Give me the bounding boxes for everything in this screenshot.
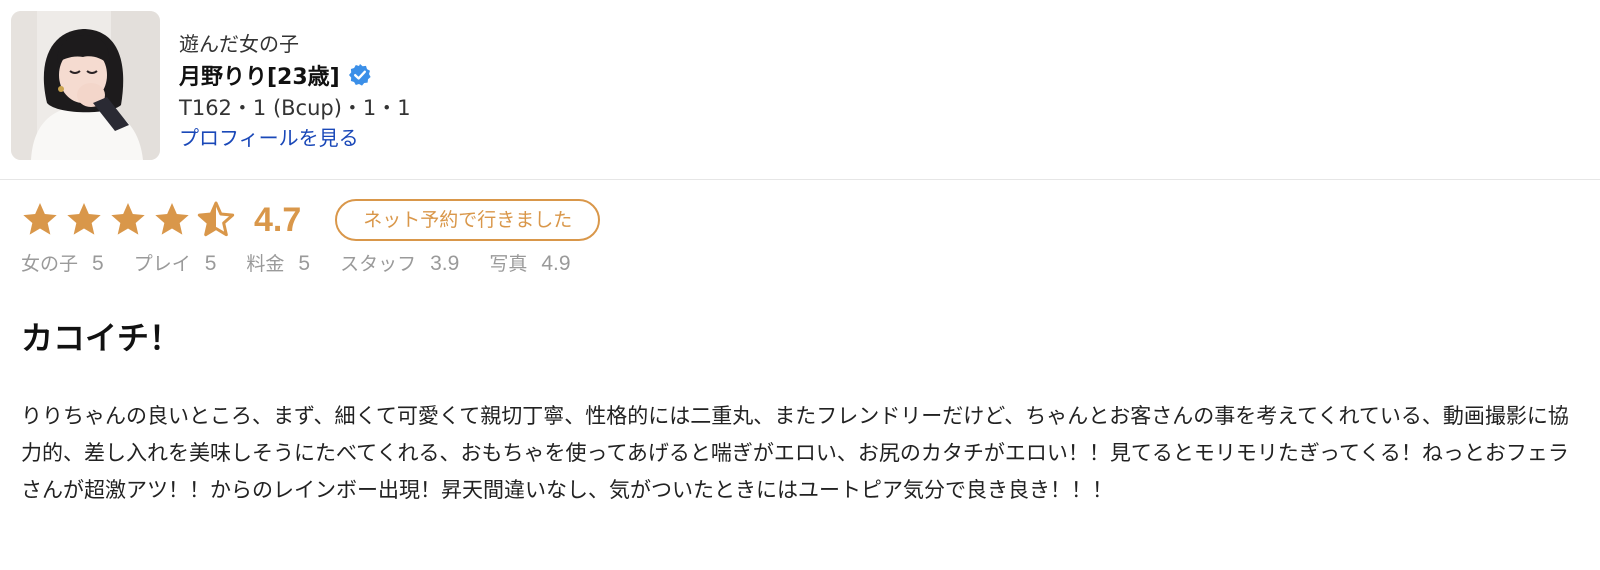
profile-photo-image [11,11,160,160]
divider [0,179,1600,180]
reviewed-girl-profile: 遊んだ女の子 月野りり[23歳] T162・1 (Bcup)・1・1 プロフィー… [11,11,411,161]
rating-score: 4.7 [254,200,302,239]
profile-info: 遊んだ女の子 月野りり[23歳] T162・1 (Bcup)・1・1 プロフィー… [179,11,411,161]
review-body: りりちゃんの良いところ、まず、細くて可愛くて親切丁寧、性格的には二重丸、またフレ… [21,404,1569,502]
profile-photo[interactable] [11,11,160,160]
half-star-icon [197,201,235,237]
girl-stats: T162・1 (Bcup)・1・1 [179,96,411,120]
net-reservation-badge: ネット予約で行きました [335,199,601,241]
star-icon [23,203,57,235]
sub-rating-girl: 女の子 5 [21,252,104,275]
verified-check-icon [348,64,371,86]
played-girl-label: 遊んだ女の子 [179,32,299,56]
sub-rating-staff: スタッフ 3.9 [340,252,460,275]
sub-rating-photo: 写真 4.9 [489,252,571,275]
review-title: カコイチ！ [21,319,182,357]
sub-rating-play: プレイ 5 [133,252,217,275]
star-icon [155,203,189,235]
star-icon [67,203,101,235]
sub-ratings: 女の子 5 プレイ 5 料金 5 スタッフ 3.9 写真 4.9 [21,250,601,278]
girl-name: 月野りり[23歳] [179,65,340,90]
star-rating [20,200,240,240]
star-icon [111,203,145,235]
overall-rating: 4.7 ネット予約で行きました [20,196,601,244]
view-profile-link[interactable]: プロフィールを見る [179,124,359,152]
name-row: 月野りり[23歳] [179,58,411,92]
sub-rating-price: 料金 5 [246,252,311,275]
